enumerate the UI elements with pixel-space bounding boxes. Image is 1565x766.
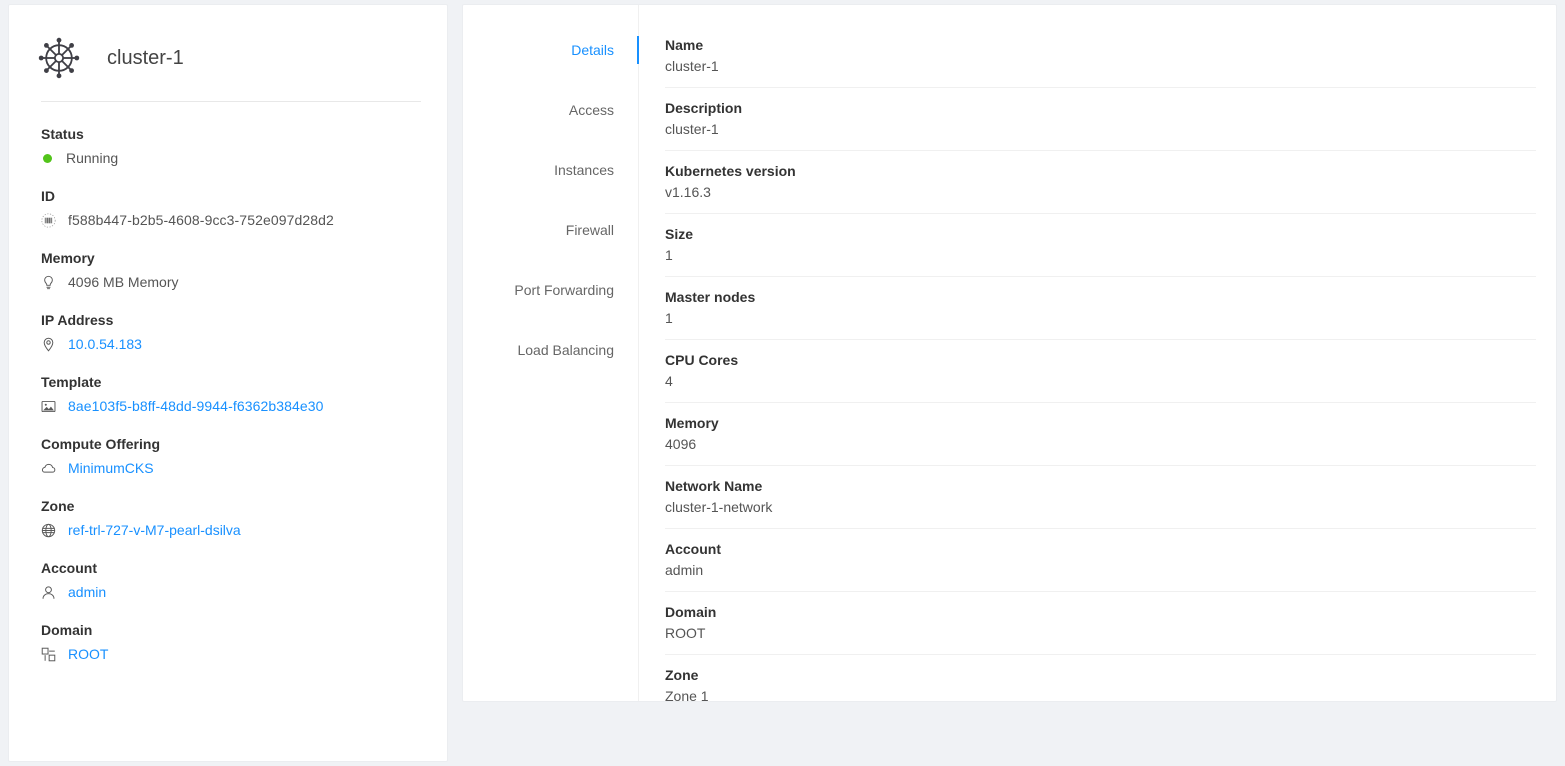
detail-label: Domain (665, 602, 1536, 623)
field-label: Compute Offering (41, 434, 423, 454)
field-label: Template (41, 372, 423, 392)
field-value: 8ae103f5-b8ff-48dd-9944-f6362b384e30 (41, 396, 423, 416)
field-label: Account (41, 558, 423, 578)
block-cluster-icon (41, 647, 59, 662)
detail-row-name: Name cluster-1 (665, 35, 1536, 88)
field-memory: Memory 4096 MB Memory (41, 248, 423, 292)
field-value: admin (41, 582, 423, 602)
detail-row-kubernetes-version: Kubernetes version v1.16.3 (665, 161, 1536, 214)
field-status: Status Running (41, 124, 423, 168)
resource-id-value: f588b447-b2b5-4608-9cc3-752e097d28d2 (68, 210, 334, 230)
global-globe-icon (41, 523, 59, 538)
field-value: f588b447-b2b5-4608-9cc3-752e097d28d2 (41, 210, 423, 230)
field-value: ROOT (41, 644, 423, 664)
detail-row-network-name: Network Name cluster-1-network (665, 476, 1536, 529)
cluster-detail-page: cluster-1 Status Running ID (0, 0, 1565, 766)
tab-access[interactable]: Access (463, 99, 638, 121)
detail-value: ROOT (665, 623, 1536, 644)
details-pane: Name cluster-1 Description cluster-1 Kub… (639, 5, 1556, 701)
tab-firewall[interactable]: Firewall (463, 219, 638, 241)
detail-value: cluster-1 (665, 56, 1536, 77)
compute-offering-link[interactable]: MinimumCKS (68, 458, 154, 478)
detail-row-account: Account admin (665, 539, 1536, 592)
kubernetes-helm-icon (35, 34, 83, 82)
detail-label: Description (665, 98, 1536, 119)
detail-label: Memory (665, 413, 1536, 434)
page-title: cluster-1 (107, 47, 184, 70)
field-label: Domain (41, 620, 423, 640)
field-value: 4096 MB Memory (41, 272, 423, 292)
barcode-icon (41, 213, 59, 228)
field-ip-address: IP Address 10.0.54.183 (41, 310, 423, 354)
template-link[interactable]: 8ae103f5-b8ff-48dd-9944-f6362b384e30 (68, 396, 324, 416)
cloud-icon (41, 461, 59, 476)
ip-address-link[interactable]: 10.0.54.183 (68, 334, 142, 354)
detail-row-cpu-cores: CPU Cores 4 (665, 350, 1536, 403)
detail-label: Network Name (665, 476, 1536, 497)
detail-value: 1 (665, 245, 1536, 266)
tab-label: Access (569, 102, 614, 118)
field-value: 10.0.54.183 (41, 334, 423, 354)
field-value: MinimumCKS (41, 458, 423, 478)
user-icon (41, 585, 59, 600)
field-label: Zone (41, 496, 423, 516)
tab-label: Details (571, 42, 614, 58)
detail-row-size: Size 1 (665, 224, 1536, 277)
detail-label: Kubernetes version (665, 161, 1536, 182)
environment-pin-icon (41, 337, 59, 352)
detail-value: 4 (665, 371, 1536, 392)
field-label: ID (41, 186, 423, 206)
field-zone: Zone ref-trl-727-v-M7-pearl-dsilva (41, 496, 423, 540)
tab-label: Instances (554, 162, 614, 178)
detail-row-master-nodes: Master nodes 1 (665, 287, 1536, 340)
field-domain: Domain ROOT (41, 620, 423, 664)
field-template: Template 8ae103f5-b8ff-48dd-9944-f6362b3… (41, 372, 423, 416)
field-label: Memory (41, 248, 423, 268)
account-link[interactable]: admin (68, 582, 106, 602)
field-id: ID (41, 186, 423, 230)
detail-label: CPU Cores (665, 350, 1536, 371)
detail-value: cluster-1 (665, 119, 1536, 140)
tab-load-balancing[interactable]: Load Balancing (463, 339, 638, 361)
status-badge: Running (66, 148, 118, 168)
detail-value: 4096 (665, 434, 1536, 455)
detail-row-memory: Memory 4096 (665, 413, 1536, 466)
field-value: ref-trl-727-v-M7-pearl-dsilva (41, 520, 423, 540)
detail-label: Master nodes (665, 287, 1536, 308)
zone-link[interactable]: ref-trl-727-v-M7-pearl-dsilva (68, 520, 241, 540)
field-compute-offering: Compute Offering MinimumCKS (41, 434, 423, 478)
tab-details[interactable]: Details (463, 39, 638, 61)
resource-summary-card: cluster-1 Status Running ID (8, 4, 448, 762)
resource-field-list: Status Running ID (9, 102, 447, 664)
picture-icon (41, 399, 59, 414)
field-label: Status (41, 124, 423, 144)
detail-value: cluster-1-network (665, 497, 1536, 518)
tab-label: Firewall (566, 222, 614, 238)
detail-value: v1.16.3 (665, 182, 1536, 203)
detail-value: 1 (665, 308, 1536, 329)
memory-value: 4096 MB Memory (68, 272, 178, 292)
detail-label: Name (665, 35, 1536, 56)
tab-port-forwarding[interactable]: Port Forwarding (463, 279, 638, 301)
detail-row-description: Description cluster-1 (665, 98, 1536, 151)
field-label: IP Address (41, 310, 423, 330)
bulb-icon (41, 275, 59, 290)
domain-link[interactable]: ROOT (68, 644, 108, 664)
detail-value: admin (665, 560, 1536, 581)
status-dot-green-icon (43, 154, 52, 163)
detail-label: Size (665, 224, 1536, 245)
detail-row-zone: Zone Zone 1 (665, 665, 1536, 701)
tab-instances[interactable]: Instances (463, 159, 638, 181)
details-card: Details Access Instances Firewall Port F… (462, 4, 1557, 702)
detail-row-domain: Domain ROOT (665, 602, 1536, 655)
field-value: Running (41, 148, 423, 168)
tab-label: Port Forwarding (514, 282, 614, 298)
tab-rail: Details Access Instances Firewall Port F… (463, 5, 639, 701)
resource-header: cluster-1 (9, 5, 447, 87)
detail-label: Account (665, 539, 1536, 560)
detail-value: Zone 1 (665, 686, 1536, 701)
field-account: Account admin (41, 558, 423, 602)
tab-label: Load Balancing (517, 342, 614, 358)
detail-label: Zone (665, 665, 1536, 686)
